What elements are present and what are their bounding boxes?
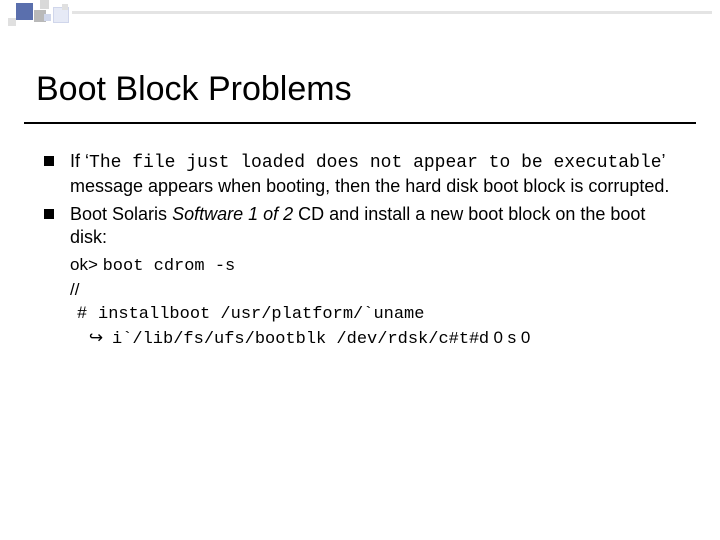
- top-decor-bar: [0, 0, 720, 34]
- title-divider: [24, 122, 696, 124]
- decor-square: [62, 4, 68, 10]
- decor-square: [40, 0, 49, 9]
- slide-body: If ‘The file just loaded does not appear…: [42, 150, 680, 352]
- continuation-arrow-icon: ↪: [84, 327, 108, 350]
- decor-square: [44, 14, 51, 21]
- code-line: //: [70, 279, 680, 302]
- code-line: #installboot /usr/platform/`uname: [70, 302, 680, 327]
- slide: Boot Block Problems If ‘The file just lo…: [0, 0, 720, 540]
- slide-title: Boot Block Problems: [36, 70, 352, 109]
- hash-marker: #: [70, 302, 94, 325]
- bullet-text: If ‘The file just loaded does not appear…: [70, 151, 669, 196]
- decor-line: [72, 11, 712, 14]
- bullet-item: If ‘The file just loaded does not appear…: [42, 150, 680, 197]
- bullet-list: If ‘The file just loaded does not appear…: [42, 150, 680, 248]
- decor-square: [16, 3, 33, 20]
- decor-square: [54, 8, 68, 22]
- decor-square: [8, 18, 16, 26]
- code-line: ↪i`/lib/fs/ufs/bootblk /dev/rdsk/c#t#d 0…: [70, 327, 680, 352]
- bullet-text: Boot Solaris Software 1 of 2 CD and inst…: [70, 204, 645, 247]
- code-line: ok> boot cdrom -s: [70, 254, 680, 279]
- bullet-item: Boot Solaris Software 1 of 2 CD and inst…: [42, 203, 680, 248]
- code-block: ok> boot cdrom -s // #installboot /usr/p…: [70, 254, 680, 352]
